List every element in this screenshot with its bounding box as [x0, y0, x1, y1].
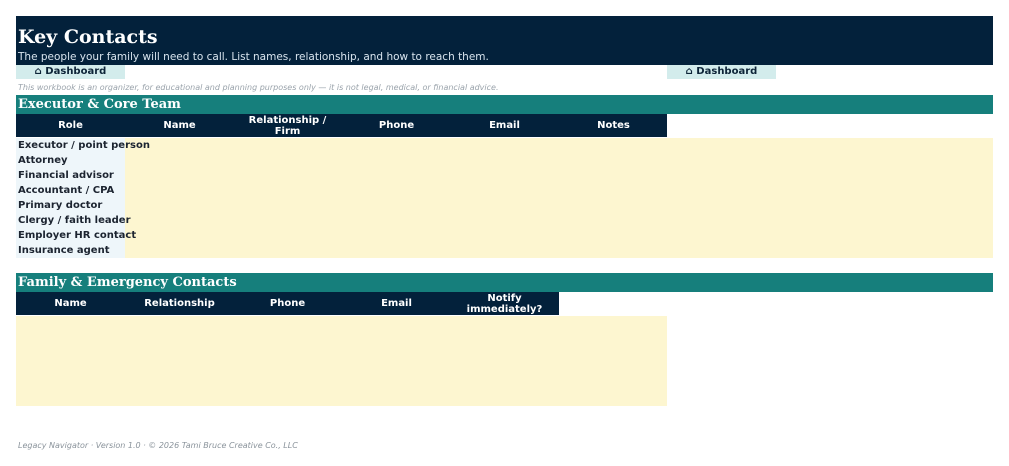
section-title: Executor & Core Team [18, 97, 181, 112]
core-team-input-area[interactable] [125, 138, 993, 258]
role-label-accountant: Accountant / CPA [18, 185, 115, 196]
family-input-area[interactable] [16, 316, 667, 406]
column-header-name: Name [54, 298, 87, 309]
column-header-phone: Phone [269, 298, 306, 309]
column-header-notify: Notify immediately? [466, 292, 543, 315]
column-header-relationship: Relationship [144, 298, 215, 309]
dashboard-button-left[interactable]: ⌂ Dashboard [16, 65, 125, 79]
disclaimer-text: This workbook is an organizer, for educa… [18, 83, 499, 92]
role-label-primary-doctor: Primary doctor [18, 200, 103, 211]
page-title: Key Contacts [18, 26, 158, 48]
column-header-relationship-firm: Relationship / Firm [248, 114, 327, 137]
role-label-clergy: Clergy / faith leader [18, 215, 131, 226]
column-header-phone: Phone [378, 120, 415, 131]
section-title: Family & Emergency Contacts [18, 275, 237, 290]
dashboard-button-right[interactable]: ⌂ Dashboard [667, 65, 776, 79]
role-label-insurance-agent: Insurance agent [18, 245, 110, 256]
section-family-header: Family & Emergency Contacts [16, 273, 993, 292]
core-team-column-headers: Role Name Relationship / Firm Phone Emai… [16, 114, 667, 137]
role-label-executor: Executor / point person [18, 140, 150, 151]
page-header: Key Contacts The people your family will… [16, 16, 993, 65]
column-header-notes: Notes [597, 120, 630, 131]
role-label-attorney: Attorney [18, 155, 68, 166]
role-label-financial-advisor: Financial advisor [18, 170, 114, 181]
family-column-headers: Name Relationship Phone Email Notify imm… [16, 292, 559, 315]
role-label-employer-hr: Employer HR contact [18, 230, 137, 241]
column-header-email: Email [381, 298, 412, 309]
column-header-role: Role [58, 120, 83, 131]
column-header-name: Name [163, 120, 196, 131]
page-subtitle: The people your family will need to call… [18, 51, 489, 63]
footer-text: Legacy Navigator · Version 1.0 · © 2026 … [18, 441, 298, 450]
section-core-team-header: Executor & Core Team [16, 95, 993, 114]
column-header-email: Email [489, 120, 520, 131]
